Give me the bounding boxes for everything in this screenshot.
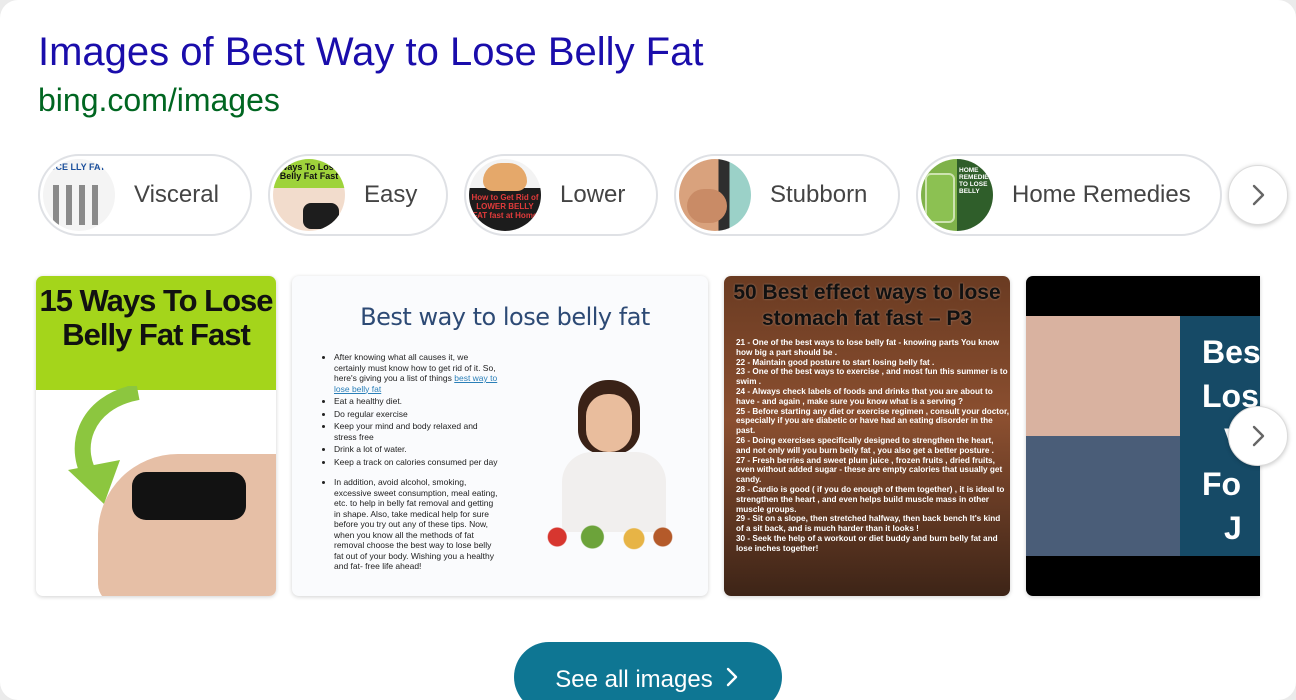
home-remedies-thumbnail: HOME REMEDIES TO LOSE BELLY [921,159,993,231]
thumbnail-caption: UCE LLY FAT [49,162,106,172]
woman-face [586,394,632,452]
belly-photo [1026,316,1186,556]
tip-item: In addition, avoid alcohol, smoking, exc… [334,477,498,572]
tile-heading: Best way to lose belly fat [360,303,650,331]
tip-item: 25 - Before starting any diet or exercis… [736,406,1009,436]
heading-line: J [1224,510,1242,546]
tile-heading: 50 Best effect ways to lose stomach fat … [733,281,1001,330]
image-tile-15-ways[interactable]: 15 Ways To Lose Belly Fat Fast [36,276,276,596]
hand-shape [687,189,727,223]
related-pill-lower[interactable]: How to Get Rid of LOWER BELLY FAT fast a… [464,154,658,236]
sports-bra-shape [132,472,246,520]
tip-item: Keep a track on calories consumed per da… [334,457,498,468]
tip-item: 23 - One of the best ways to exercise , … [736,367,1008,387]
related-pill-easy[interactable]: Ways To Lose Belly Fat Fast Easy [268,154,448,236]
easy-thumbnail: Ways To Lose Belly Fat Fast [273,159,345,231]
tip-item: 28 - Cardio is good ( if you do enough o… [736,484,1005,514]
chevron-right-icon [1252,184,1265,206]
tip-item: 22 - Maintain good posture to start losi… [736,357,935,367]
tip-list: After knowing what all causes it, we cer… [320,352,498,574]
heading-line: Bes [1202,334,1260,370]
numbered-tip-list: 21 - One of the best ways to lose belly … [736,338,1010,554]
lower-thumbnail: How to Get Rid of LOWER BELLY FAT fast a… [469,159,541,231]
tip-item: Keep your mind and body relaxed and stre… [334,421,498,442]
see-all-images-button[interactable]: See all images [514,642,782,700]
image-tile-50-ways[interactable]: 50 Best effect ways to lose stomach fat … [724,276,1010,596]
tip-item: 21 - One of the best ways to lose belly … [736,338,1000,357]
tip-item: Eat a healthy diet. [334,396,498,407]
thumbnail-caption: How to Get Rid of LOWER BELLY FAT fast a… [471,193,539,220]
image-tile-belly-pinch[interactable]: Bes Los V Fo J [1026,276,1260,596]
thumbnail-caption: HOME REMEDIES TO LOSE BELLY [959,167,993,195]
tip-item: Drink a lot of water. [334,444,498,455]
belly-shape [483,163,527,191]
exercise-figures [53,185,105,225]
tip-item: 27 - Fresh berries and sweet plum juice … [736,455,1003,485]
figure-shape [303,203,339,229]
tip-item: 26 - Doing exercises specifically design… [736,435,994,455]
related-pill-visceral[interactable]: UCE LLY FAT Visceral [38,154,252,236]
tip-item: 29 - Sit on a slope, then stretched half… [736,514,1001,534]
tip-item: 30 - Seek the help of a workout or diet … [736,533,998,553]
see-all-label: See all images [555,666,713,693]
tip-item: 24 - Always check labels of foods and dr… [736,386,993,406]
heading-line: Fo [1202,466,1242,502]
stubborn-thumbnail [679,159,751,231]
visceral-thumbnail: UCE LLY FAT [43,159,115,231]
image-answer-card: Images of Best Way to Lose Belly Fat bin… [0,0,1296,700]
pill-label: Home Remedies [1012,181,1191,208]
related-pill-stubborn[interactable]: Stubborn [674,154,900,236]
pill-label: Visceral [134,181,219,208]
source-url: bing.com/images [38,82,280,118]
images-title-link[interactable]: Images of Best Way to Lose Belly Fat [38,30,703,75]
pill-label: Stubborn [770,181,868,208]
pill-label: Lower [560,181,626,208]
tile-heading: 15 Ways To Lose Belly Fat Fast [39,283,273,352]
tip-item: Do regular exercise [334,409,498,420]
chevron-right-icon [1252,425,1265,447]
tip-item: After knowing what all causes it, we cer… [334,352,498,394]
related-pill-home-remedies[interactable]: HOME REMEDIES TO LOSE BELLY Home Remedie… [916,154,1222,236]
images-next-button[interactable] [1228,406,1288,466]
thumbnail-caption: Ways To Lose Belly Fat Fast [279,162,339,181]
related-next-button[interactable] [1228,165,1288,225]
image-tile-best-way[interactable]: Best way to lose belly fat After knowing… [292,276,708,596]
fruit-bowl [522,520,682,554]
pill-label: Easy [364,181,418,208]
chevron-right-icon [726,667,737,687]
juice-jar [925,173,955,223]
